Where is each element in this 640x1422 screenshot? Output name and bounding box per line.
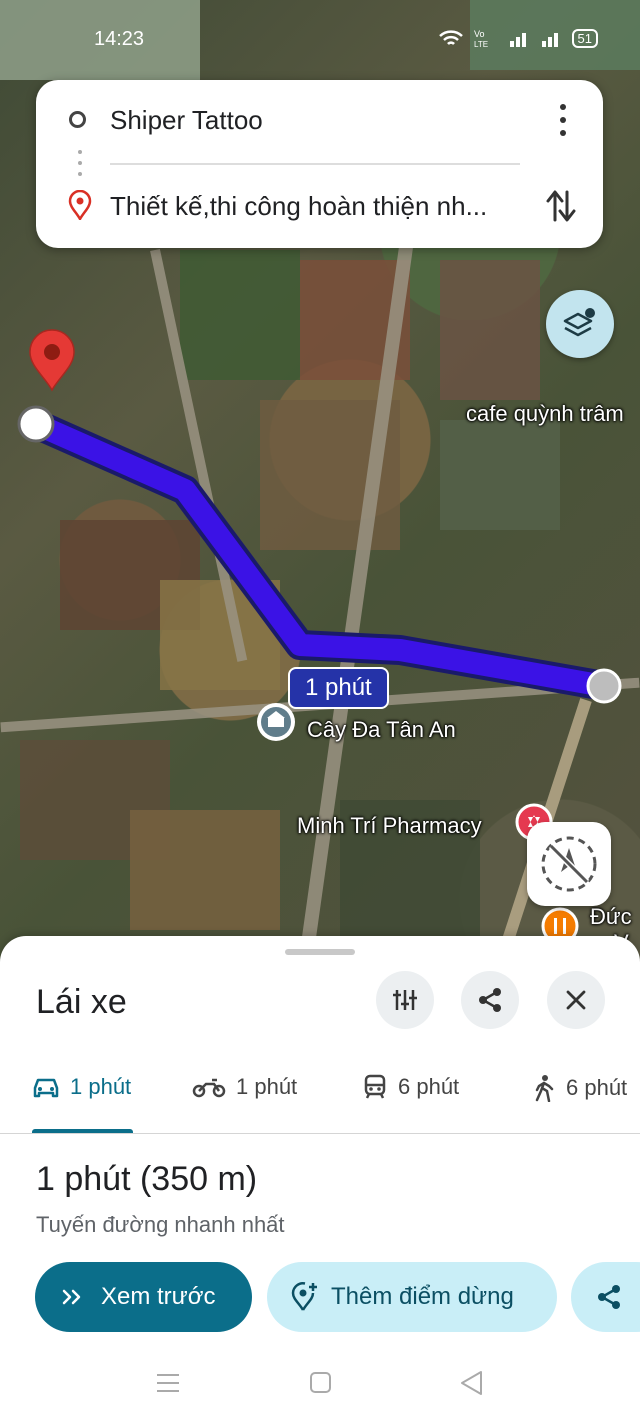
tab-walking[interactable]: 6 phút [532, 1074, 627, 1102]
wifi-icon [438, 30, 463, 45]
more-options-icon[interactable] [553, 104, 573, 136]
car-icon [33, 1078, 59, 1098]
route-options-button[interactable] [376, 971, 434, 1029]
add-stop-button-label: Thêm điểm dừng [331, 1283, 514, 1310]
share-route-button[interactable] [571, 1262, 640, 1332]
status-icons: Vo LTE 51 [438, 28, 598, 48]
map-label-partial[interactable]: Đức [590, 904, 632, 930]
tab-walking-label: 6 phút [566, 1075, 628, 1100]
svg-text:LTE: LTE [474, 40, 488, 48]
sheet-title: Lái xe [36, 983, 127, 1021]
preview-button-label: Xem trước [101, 1283, 216, 1310]
connector-dots [78, 150, 82, 176]
motorbike-icon [192, 1078, 226, 1098]
layers-button[interactable] [546, 290, 614, 358]
route-summary: 1 phút (350 m) [36, 1160, 258, 1198]
route-end-dot [586, 668, 622, 704]
sheet-drag-handle[interactable] [285, 949, 355, 955]
status-bar: 14:23 Vo LTE 51 [0, 26, 640, 56]
origin-row[interactable]: Shiper Tattoo [36, 90, 603, 150]
share-icon [598, 1285, 620, 1309]
compass-button[interactable] [527, 822, 611, 906]
route-description: Tuyến đường nhanh nhất [36, 1212, 285, 1237]
share-icon [479, 988, 501, 1012]
destination-row[interactable]: Thiết kế,thi công hoàn thiện nh... [36, 176, 603, 236]
preview-button[interactable]: Xem trước [35, 1262, 252, 1332]
compass-disabled-icon [541, 836, 597, 892]
tune-icon [393, 990, 417, 1010]
status-time: 14:23 [94, 28, 145, 50]
tab-driving[interactable]: 1 phút [32, 1074, 131, 1100]
directions-card: Shiper Tattoo Thiết kế,thi công hoàn thi… [36, 80, 603, 248]
add-location-icon [291, 1282, 317, 1311]
back-icon[interactable] [459, 1370, 485, 1396]
divider [110, 163, 520, 165]
swap-icon[interactable] [545, 188, 577, 224]
volte-icon: VoLTE [474, 29, 488, 48]
battery-icon: 51 [571, 28, 598, 48]
map-label-landmark[interactable]: Cây Đa Tân An [307, 717, 456, 743]
map-label-cafe[interactable]: cafe quỳnh trâm [466, 401, 624, 427]
walk-icon [535, 1075, 554, 1102]
menu-icon[interactable] [156, 1372, 180, 1394]
travel-mode-tabs: 1 phút 1 phút 6 phút 6 phút [0, 1056, 640, 1136]
tab-transit[interactable]: 6 phút [362, 1074, 459, 1100]
add-stop-button[interactable]: Thêm điểm dừng [267, 1262, 557, 1332]
divider [0, 1133, 640, 1134]
home-icon[interactable] [309, 1371, 333, 1395]
tab-transit-label: 6 phút [398, 1074, 460, 1099]
destination-pin-small-icon [68, 190, 92, 220]
share-button[interactable] [461, 971, 519, 1029]
close-button[interactable] [547, 971, 605, 1029]
destination-pin-icon [29, 329, 75, 392]
route-time-chip[interactable]: 1 phút [288, 667, 389, 709]
origin-circle-icon [69, 111, 86, 128]
tab-motorbike-label: 1 phút [236, 1074, 298, 1099]
destination-field[interactable]: Thiết kế,thi công hoàn thiện nh... [110, 191, 530, 222]
landmark-pin-icon [257, 703, 295, 741]
origin-field[interactable]: Shiper Tattoo [110, 105, 530, 136]
map-label-pharmacy[interactable]: Minh Trí Pharmacy [297, 813, 482, 839]
system-nav-bar [0, 1360, 640, 1410]
transit-icon [364, 1074, 386, 1099]
tab-motorbike[interactable]: 1 phút [192, 1074, 297, 1100]
double-chevron-icon [62, 1289, 81, 1305]
signal-icon [509, 33, 526, 47]
close-icon [566, 990, 586, 1010]
bottom-sheet: Lái xe 1 phút 1 phút 6 phút 6 phút 1 phú… [0, 936, 640, 1422]
layers-icon [563, 308, 595, 337]
tab-driving-label: 1 phút [70, 1074, 132, 1099]
svg-text:Vo: Vo [474, 29, 485, 39]
route-start-dot [17, 405, 55, 443]
signal-2-icon [541, 33, 558, 47]
route-line-fill [25, 413, 615, 697]
